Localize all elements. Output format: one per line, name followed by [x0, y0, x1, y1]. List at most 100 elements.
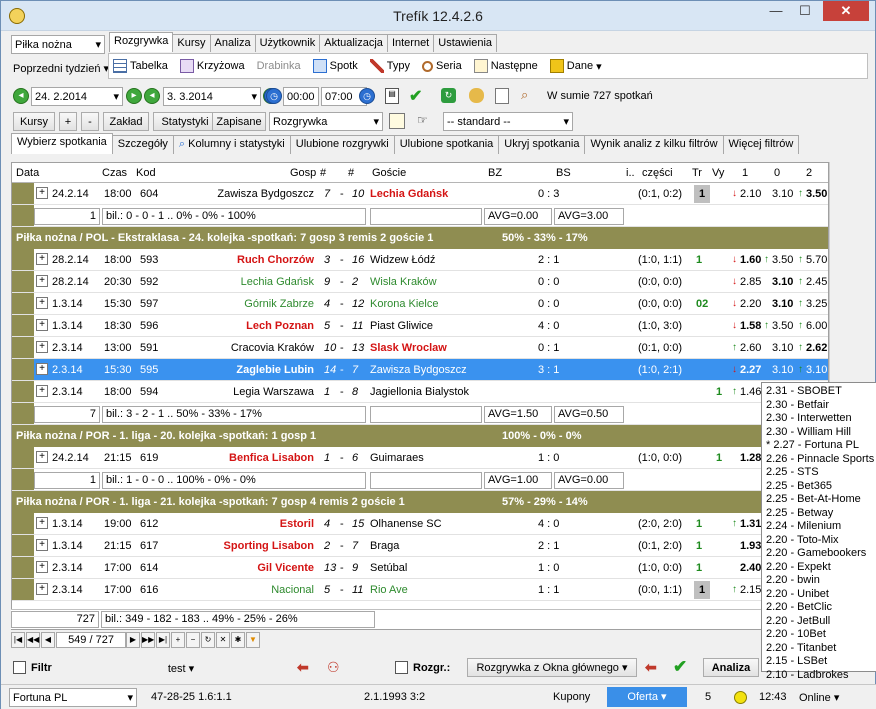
match-row[interactable]: +2.3.14 17:00 614 Gil Vicente 13-9 Setúbal 1 :…	[12, 557, 828, 579]
next-page-button[interactable]: ▶▶	[141, 632, 155, 648]
home-team[interactable]: Sporting Lisabon	[224, 540, 314, 552]
filtr-checkbox[interactable]	[13, 661, 26, 674]
away-team[interactable]: Olhanense SC	[370, 518, 442, 530]
col-away-rank[interactable]: #	[348, 167, 354, 179]
col-odds-0[interactable]: 0	[774, 167, 780, 179]
delete-record-button[interactable]: −	[186, 632, 200, 648]
expand-row-button[interactable]: +	[36, 583, 48, 595]
rozgr-checkbox[interactable]	[395, 661, 408, 674]
dane-button[interactable]: Dane ▾	[549, 59, 602, 73]
match-row[interactable]: +28.2.14 18:00 593 Ruch Chorzów 3-16 Widzew Ł…	[12, 249, 828, 271]
expand-row-button[interactable]: +	[36, 319, 48, 331]
bookmaker-odds-item[interactable]: 2.31 - SBOBET	[766, 385, 876, 399]
nastepne-button[interactable]: Następne	[473, 59, 538, 73]
home-team[interactable]: Nacional	[271, 584, 314, 596]
col-odds-2[interactable]: 2	[806, 167, 812, 179]
test-filter-select[interactable]: test ▾	[67, 659, 295, 678]
home-team[interactable]: Lechia Gdańsk	[241, 276, 314, 288]
odds-away[interactable]: 3.50	[806, 188, 827, 200]
minus-button[interactable]: -	[81, 112, 99, 131]
col-goscie[interactable]: Goście	[372, 167, 406, 179]
home-team[interactable]: Legia Warszawa	[233, 386, 314, 398]
tab-ulubione-spotkania[interactable]: Ulubione spotkania	[393, 135, 500, 154]
prev-week-icon[interactable]: ◂	[144, 88, 160, 104]
league-section-header[interactable]: Piłka nożna / POL - Ekstraklasa - 24. ko…	[12, 227, 828, 249]
filter-icon[interactable]: ▼	[246, 632, 260, 648]
bookmaker-odds-item[interactable]: 2.20 - Expekt	[766, 561, 876, 575]
col-data[interactable]: Data	[16, 167, 39, 179]
odds-draw[interactable]: 3.50	[772, 254, 793, 266]
next-record-button[interactable]: ▶	[126, 632, 140, 648]
tab-analiza[interactable]: Analiza	[209, 34, 256, 52]
kursy-button[interactable]: Kursy	[13, 112, 55, 131]
date-to-field[interactable]: 3. 3.2014 ▾	[163, 87, 261, 106]
away-team[interactable]: Rio Ave	[370, 584, 408, 596]
odds-home[interactable]: 2.15	[740, 584, 761, 596]
prev-page-button[interactable]: ◀◀	[26, 632, 40, 648]
expand-row-button[interactable]: +	[36, 341, 48, 353]
away-team[interactable]: Slask Wroclaw	[370, 342, 447, 354]
match-row[interactable]: +1.3.14 21:15 617 Sporting Lisabon 2-7 Braga 2…	[12, 535, 828, 557]
odds-away[interactable]: 3.10	[806, 364, 827, 376]
expand-row-button[interactable]: +	[36, 451, 48, 463]
maximize-button[interactable]: ☐	[792, 1, 818, 21]
bookmaker-odds-item[interactable]: * 2.27 - Fortuna PL	[766, 439, 876, 453]
tab-ukryj-spotkania[interactable]: Ukryj spotkania	[498, 135, 586, 154]
kupony-link[interactable]: Kupony	[553, 691, 590, 703]
home-team[interactable]: Górnik Zabrze	[244, 298, 314, 310]
person-icon[interactable]	[469, 88, 484, 103]
bookmaker-odds-item[interactable]: 2.25 - Bet-At-Home	[766, 493, 876, 507]
save-settings-icon[interactable]	[389, 113, 405, 129]
bookmaker-odds-item[interactable]: 2.20 - Titanbet	[766, 642, 876, 656]
bookmaker-odds-item[interactable]: 2.30 - William Hill	[766, 426, 876, 440]
col-i[interactable]: i..	[626, 167, 635, 179]
tabelka-button[interactable]: Tabelka	[113, 59, 168, 73]
home-team[interactable]: Cracovia Kraków	[231, 342, 314, 354]
match-row[interactable]: +24.2.14 18:00 604 Zawisza Bydgoszcz 7-10 Lec…	[12, 183, 828, 205]
expand-row-button[interactable]: +	[36, 297, 48, 309]
checkmark-icon[interactable]: ✔	[409, 86, 422, 106]
tab-wybierz-spotkania[interactable]: Wybierz spotkania	[11, 133, 113, 154]
tab-internet[interactable]: Internet	[386, 34, 435, 52]
odds-home[interactable]: 2.60	[740, 342, 761, 354]
prev-record-button[interactable]: ◀	[41, 632, 55, 648]
tab-ustawienia[interactable]: Ustawienia	[433, 34, 498, 52]
document-edit-icon[interactable]	[495, 88, 509, 104]
bookmaker-odds-item[interactable]: 2.20 - Unibet	[766, 588, 876, 602]
checkmark-icon[interactable]: ✔	[673, 657, 687, 677]
tab-rozgrywka[interactable]: Rozgrywka	[109, 32, 174, 52]
zaklad-button[interactable]: Zakład	[103, 112, 149, 131]
tab-ulubione-rozgrywki[interactable]: Ulubione rozgrywki	[289, 135, 395, 154]
odds-away[interactable]: 6.00	[806, 320, 827, 332]
col-tr[interactable]: Tr	[692, 167, 702, 179]
zapisane-button[interactable]: Zapisane	[212, 112, 266, 131]
odds-home[interactable]: 1.46	[740, 386, 761, 398]
away-team[interactable]: Braga	[370, 540, 399, 552]
date-from-field[interactable]: 24. 2.2014 ▾	[31, 87, 123, 106]
match-row[interactable]: +24.2.14 21:15 619 Benfica Lisabon 1-6 Guimar…	[12, 447, 828, 469]
bookmaker-odds-item[interactable]: 2.20 - Toto-Mix	[766, 534, 876, 548]
col-kod[interactable]: Kod	[136, 167, 156, 179]
away-team[interactable]: Piast Gliwice	[370, 320, 433, 332]
home-team[interactable]: Ruch Chorzów	[237, 254, 314, 266]
period-select[interactable]: Poprzedni tydzień ▾	[13, 62, 109, 75]
home-team[interactable]: Zaglebie Lubin	[236, 364, 314, 376]
expand-row-button[interactable]: +	[36, 275, 48, 287]
odds-draw[interactable]: 3.10	[772, 342, 793, 354]
tab-uzytkownik[interactable]: Użytkownik	[254, 34, 321, 52]
bookmaker-odds-item[interactable]: 2.20 - 10Bet	[766, 628, 876, 642]
online-select[interactable]: Online ▾	[799, 691, 839, 704]
bookmaker-odds-item[interactable]: 2.30 - Betfair	[766, 399, 876, 413]
close-button[interactable]: ✕	[823, 1, 869, 21]
bookmaker-select[interactable]: Fortuna PL ▾	[9, 688, 137, 707]
expand-row-button[interactable]: +	[36, 561, 48, 573]
home-team[interactable]: Gil Vicente	[257, 562, 314, 574]
bookmaker-odds-item[interactable]: 2.20 - JetBull	[766, 615, 876, 629]
bookmaker-odds-item[interactable]: 2.25 - Betway	[766, 507, 876, 521]
time-end-icon[interactable]: ◷	[359, 88, 375, 104]
expand-row-button[interactable]: +	[36, 363, 48, 375]
plus-button[interactable]: +	[59, 112, 77, 131]
bookmaker-odds-item[interactable]: 2.26 - Pinnacle Sports	[766, 453, 876, 467]
match-row[interactable]: +1.3.14 19:00 612 Estoril 4-15 Olhanense SC 4 …	[12, 513, 828, 535]
prev-day-icon[interactable]: ◂	[13, 88, 29, 104]
